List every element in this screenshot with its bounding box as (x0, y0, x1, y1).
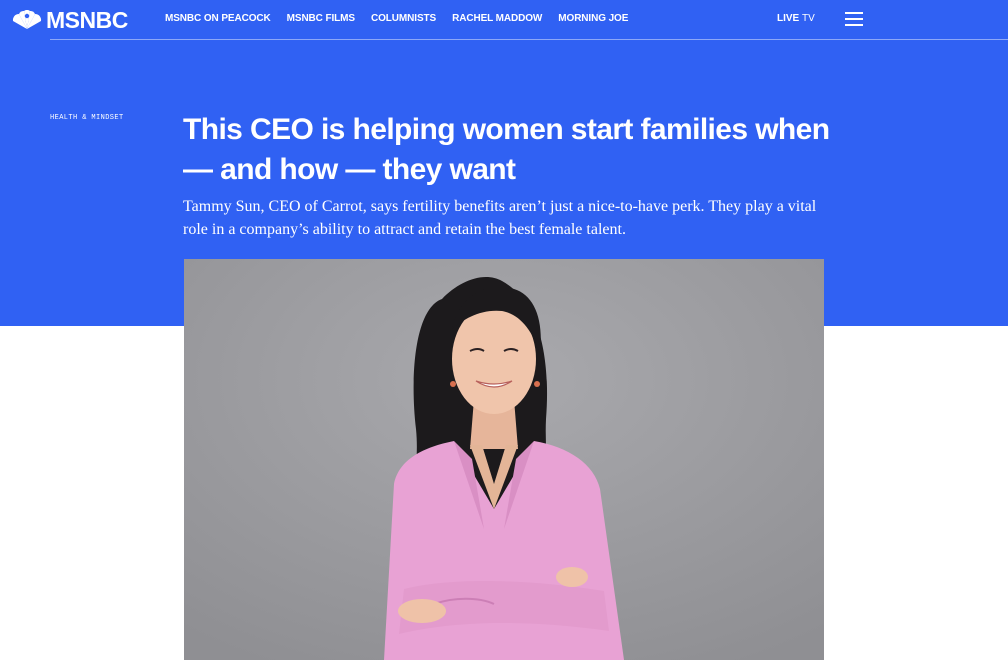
nav-msnbc-films[interactable]: MSNBC FILMS (287, 13, 355, 24)
nav-rachel-maddow[interactable]: RACHEL MADDOW (452, 13, 542, 24)
article-headline: This CEO is helping women start families… (183, 113, 830, 186)
logo-wordmark: MSNBC (46, 7, 128, 33)
live-tv-link[interactable]: LIVE TV (777, 13, 815, 24)
top-navigation: MSNBC MSNBC ON PEACOCK MSNBC FILMS COLUM… (0, 0, 1008, 40)
peacock-icon (12, 10, 42, 29)
hamburger-menu-icon[interactable] (845, 11, 865, 27)
nav-divider (50, 39, 1008, 40)
hero-image (184, 259, 824, 660)
primary-nav: MSNBC ON PEACOCK MSNBC FILMS COLUMNISTS … (165, 13, 644, 24)
portrait-illustration (184, 259, 824, 660)
nav-msnbc-on-peacock[interactable]: MSNBC ON PEACOCK (165, 13, 271, 24)
nav-morning-joe[interactable]: MORNING JOE (558, 13, 628, 24)
article-category[interactable]: HEALTH & MINDSET (50, 114, 124, 122)
tv-label: TV (802, 13, 815, 24)
nav-columnists[interactable]: COLUMNISTS (371, 13, 436, 24)
live-label: LIVE (777, 13, 800, 24)
msnbc-logo[interactable]: MSNBC (11, 8, 128, 32)
article-dek: Tammy Sun, CEO of Carrot, says fertility… (183, 198, 817, 238)
